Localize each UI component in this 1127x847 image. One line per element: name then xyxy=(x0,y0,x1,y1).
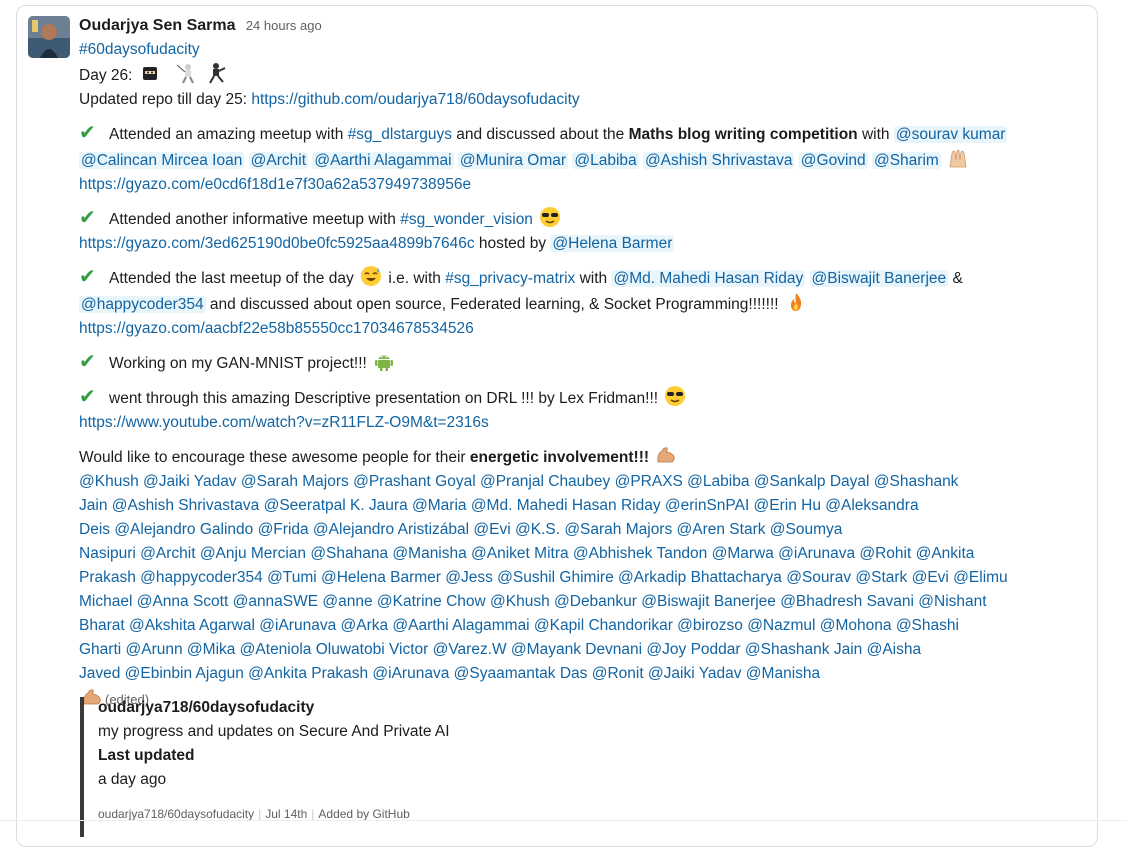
github-attachment: oudarjya718/60daysofudacity my progress … xyxy=(80,697,798,837)
paragraph-meetup-2: ✔ Attended another informative meetup wit… xyxy=(79,206,1079,256)
author-avatar[interactable] xyxy=(28,16,70,58)
sweat-smile-face-icon xyxy=(360,265,382,287)
text: with xyxy=(857,126,894,143)
mention[interactable]: @Helena Barmer xyxy=(550,235,675,252)
martial-artist-icon xyxy=(205,62,227,84)
bold-text: energetic involvement!!! xyxy=(469,449,650,466)
text: Attended another informative meetup with xyxy=(109,211,401,228)
channel-tag-link[interactable]: #60daysofudacity xyxy=(79,41,200,58)
mention[interactable]: @sourav kumar xyxy=(893,126,1008,143)
mention[interactable]: @Archit xyxy=(248,152,309,169)
paragraph-presentation: ✔ went through this amazing Descriptive p… xyxy=(79,385,1079,435)
mention[interactable]: @Govind xyxy=(798,152,868,169)
text: with xyxy=(575,270,612,287)
mention[interactable]: @Calincan Mircea Ioan xyxy=(79,152,245,169)
mention[interactable]: @Md. Mahedi Hasan Riday xyxy=(611,270,806,287)
channel-link[interactable]: #sg_dlstarguys xyxy=(348,126,452,143)
youtube-link[interactable]: https://www.youtube.com/watch?v=zR11FLZ-… xyxy=(79,414,489,431)
footer-date: Jul 14th xyxy=(265,807,308,821)
flexed-biceps-icon xyxy=(655,444,677,466)
separator: | xyxy=(258,807,262,821)
text: & xyxy=(948,270,963,287)
text: Working on my GAN-MNIST project!!! xyxy=(109,355,372,372)
channel-link[interactable]: #sg_privacy-matrix xyxy=(445,270,575,287)
mention-line[interactable]: Michael @Anna Scott @annaSWE @anne @Katr… xyxy=(79,590,1079,614)
message-timestamp[interactable]: 24 hours ago xyxy=(246,18,322,33)
attachment-description: my progress and updates on Secure And Pr… xyxy=(98,723,450,740)
text: Would like to encourage these awesome pe… xyxy=(79,449,470,466)
bold-text: Maths blog writing competition xyxy=(628,126,858,143)
separator: | xyxy=(311,807,315,821)
message-body: Oudarjya Sen Sarma 24 hours ago #60dayso… xyxy=(79,14,1079,712)
sunglasses-face-icon xyxy=(539,206,561,228)
heavy-check-mark-icon: ✔ xyxy=(79,351,96,373)
mention[interactable]: @Ashish Shrivastava xyxy=(642,152,795,169)
paragraph-meetup-3: ✔ Attended the last meetup of the day i.e… xyxy=(79,265,1079,341)
attachment-title[interactable]: oudarjya718/60daysofudacity xyxy=(98,696,798,720)
day-label: Day 26: xyxy=(79,67,133,84)
text: Attended the last meetup of the day xyxy=(109,270,359,287)
attachment-field-value: a day ago xyxy=(98,771,167,788)
mention-line[interactable]: Prakash @happycoder354 @Tumi @Helena Bar… xyxy=(79,566,1079,590)
mention-line[interactable]: Deis @Alejandro Galindo @Frida @Alejandr… xyxy=(79,518,1079,542)
footer-repo[interactable]: oudarjya718/60daysofudacity xyxy=(98,807,254,821)
author-name[interactable]: Oudarjya Sen Sarma xyxy=(79,17,236,34)
mention-line[interactable]: @Khush @Jaiki Yadav @Sarah Majors @Prash… xyxy=(79,470,1079,494)
mention[interactable]: @Munira Omar xyxy=(457,152,569,169)
text: and discussed about open source, Federat… xyxy=(205,296,783,313)
mention-list: @Khush @Jaiki Yadav @Sarah Majors @Prash… xyxy=(79,470,1079,686)
gyazo-link[interactable]: https://gyazo.com/3ed625190d0be0fc5925aa… xyxy=(79,235,475,252)
paragraph-meetup-1: ✔ Attended an amazing meetup with #sg_dls… xyxy=(79,121,1079,197)
mention-line[interactable]: Bharat @Akshita Agarwal @iArunava @Arka … xyxy=(79,614,1079,638)
heavy-check-mark-icon: ✔ xyxy=(79,122,96,144)
heavy-check-mark-icon: ✔ xyxy=(79,207,96,229)
footer-added: Added by GitHub xyxy=(318,807,410,821)
repo-prefix-text: Updated repo till day 25: xyxy=(79,91,252,108)
raised-hands-icon xyxy=(947,147,969,169)
channel-link[interactable]: #sg_wonder_vision xyxy=(400,211,533,228)
mention[interactable]: @Biswajit Banerjee xyxy=(809,270,949,287)
fencer-icon xyxy=(175,62,197,84)
gyazo-link[interactable]: https://gyazo.com/e0cd6f18d1e7f30a62a537… xyxy=(79,176,471,193)
paragraph-project: ✔ Working on my GAN-MNIST project!!! xyxy=(79,350,1079,376)
fire-icon xyxy=(785,291,807,313)
mention[interactable]: @Labiba xyxy=(572,152,639,169)
heavy-check-mark-icon: ✔ xyxy=(79,266,96,288)
mention-line[interactable]: Nasipuri @Archit @Anju Mercian @Shahana … xyxy=(79,542,1079,566)
text: Attended an amazing meetup with xyxy=(109,126,348,143)
sunglasses-face-icon xyxy=(664,385,686,407)
paragraph-shoutouts: Would like to encourage these awesome pe… xyxy=(79,444,1079,712)
mention[interactable]: @happycoder354 xyxy=(79,296,206,313)
mention-line[interactable]: Gharti @Arunn @Mika @Ateniola Oluwatobi … xyxy=(79,638,1079,662)
mention-line[interactable]: Jain @Ashish Shrivastava @Seeratpal K. J… xyxy=(79,494,1079,518)
text: went through this amazing Descriptive pr… xyxy=(109,390,663,407)
ninja-icon xyxy=(139,62,161,84)
repo-link[interactable]: https://github.com/oudarjya718/60daysofu… xyxy=(251,91,579,108)
mention[interactable]: @Sharim xyxy=(871,152,941,169)
mention-line[interactable]: Javed @Ebinbin Ajagun @Ankita Prakash @i… xyxy=(79,662,1079,686)
text: hosted by xyxy=(474,235,551,252)
attachment-footer: oudarjya718/60daysofudacity | Jul 14th | Add… xyxy=(98,802,798,826)
text: i.e. with xyxy=(384,270,446,287)
text: and discussed about the xyxy=(451,126,629,143)
heavy-check-mark-icon: ✔ xyxy=(79,386,96,408)
divider xyxy=(0,820,1127,821)
gyazo-link[interactable]: https://gyazo.com/aacbf22e58b85550cc1703… xyxy=(79,320,474,337)
android-icon xyxy=(373,350,395,372)
attachment-field-title: Last updated xyxy=(98,747,195,764)
mention[interactable]: @Aarthi Alagammai xyxy=(312,152,454,169)
